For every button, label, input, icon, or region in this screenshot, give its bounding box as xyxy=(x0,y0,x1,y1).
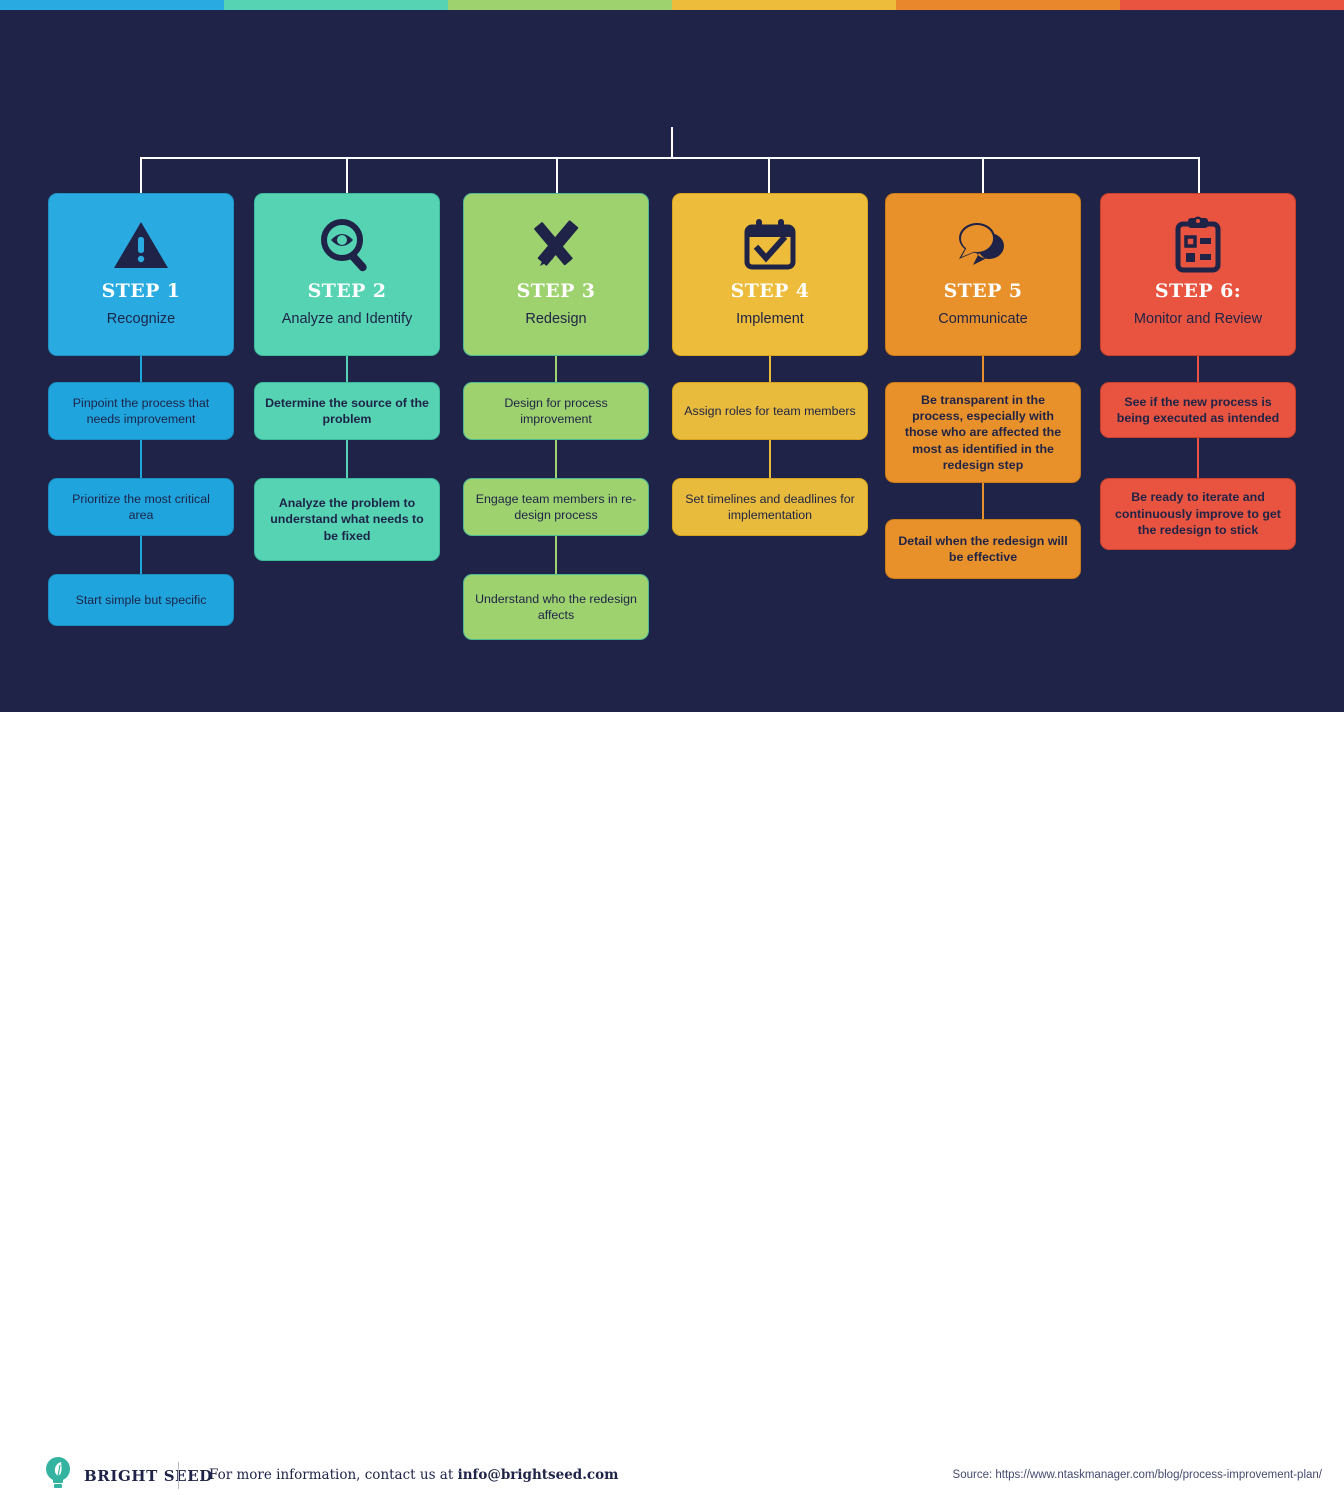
magnifier-eye-icon xyxy=(318,214,376,276)
top-bar-segment-3 xyxy=(448,0,672,10)
column-step-2: STEP 2 Analyze and Identify Determine th… xyxy=(254,193,440,561)
connector-5b xyxy=(982,483,984,519)
connector-5a xyxy=(982,356,984,382)
step-card-5[interactable]: STEP 5 Communicate xyxy=(885,193,1081,356)
step-name-5: Communicate xyxy=(938,311,1028,327)
step-name-3: Redesign xyxy=(525,311,587,327)
column-step-5: STEP 5 Communicate Be transparent in the… xyxy=(885,193,1081,579)
column-step-1: STEP 1 Recognize Pinpoint the process th… xyxy=(48,193,234,626)
contact-email[interactable]: info@brightseed.com xyxy=(458,1467,619,1483)
warning-triangle-icon xyxy=(113,214,169,276)
sub-box-1-3[interactable]: Start simple but specific xyxy=(48,574,234,626)
step-card-4[interactable]: STEP 4 Implement xyxy=(672,193,868,356)
step-name-1: Recognize xyxy=(106,311,176,327)
step-label-5: STEP 5 xyxy=(943,280,1023,302)
step-name-4: Implement xyxy=(736,311,804,327)
connector-1b xyxy=(140,440,142,478)
sub-box-3-3[interactable]: Understand who the redesign affects xyxy=(463,574,649,640)
footer: BRIGHT SEED For more information, contac… xyxy=(0,712,1344,1489)
speech-bubbles-icon xyxy=(953,214,1013,276)
top-bar-segment-6 xyxy=(1120,0,1344,10)
sub-box-3-2[interactable]: Engage team members in re-design process xyxy=(463,478,649,536)
top-bar-segment-2 xyxy=(224,0,448,10)
step-card-3[interactable]: STEP 3 Redesign xyxy=(463,193,649,356)
top-color-bar xyxy=(0,0,1344,10)
clipboard-checklist-icon xyxy=(1172,214,1224,276)
step-name-6: Monitor and Review xyxy=(1133,311,1263,327)
sub-box-4-1[interactable]: Assign roles for team members xyxy=(672,382,868,440)
sub-box-1-2[interactable]: Prioritize the most critical area xyxy=(48,478,234,536)
sub-box-1-1[interactable]: Pinpoint the process that needs improvem… xyxy=(48,382,234,440)
brand-block: BRIGHT SEED xyxy=(44,1456,213,1495)
step-label-4: STEP 4 xyxy=(730,280,810,302)
connector-4b xyxy=(769,440,771,478)
step-name-2: Analyze and Identify xyxy=(281,311,413,327)
sub-box-6-2[interactable]: Be ready to iterate and continuously imp… xyxy=(1100,478,1296,550)
step-label-6: STEP 6: xyxy=(1154,280,1242,302)
sub-box-4-2[interactable]: Set timelines and deadlines for implemen… xyxy=(672,478,868,536)
connector-3a xyxy=(555,356,557,382)
calendar-check-icon xyxy=(742,214,798,276)
contact-prefix: For more information, contact us at xyxy=(209,1467,458,1483)
top-bar-segment-1 xyxy=(0,0,224,10)
sub-box-5-1[interactable]: Be transparent in the process, especiall… xyxy=(885,382,1081,483)
connector-3b xyxy=(555,440,557,478)
connector-1c xyxy=(140,536,142,574)
footer-divider xyxy=(178,1462,179,1489)
column-step-6: STEP 6: Monitor and Review See if the ne… xyxy=(1100,193,1296,550)
connector-6a xyxy=(1197,356,1199,382)
step-label-2: STEP 2 xyxy=(307,280,387,302)
source-line[interactable]: Source: https://www.ntaskmanager.com/blo… xyxy=(953,1469,1322,1481)
step-label-3: STEP 3 xyxy=(516,280,596,302)
sub-box-2-1[interactable]: Determine the source of the problem xyxy=(254,382,440,440)
connector-3c xyxy=(555,536,557,574)
step-label-1: STEP 1 xyxy=(101,280,181,302)
column-step-3: STEP 3 Redesign Design for process impro… xyxy=(463,193,649,640)
step-card-2[interactable]: STEP 2 Analyze and Identify xyxy=(254,193,440,356)
brand-name: BRIGHT SEED xyxy=(84,1466,213,1485)
step-card-1[interactable]: STEP 1 Recognize xyxy=(48,193,234,356)
infographic-root: STEP 1 Recognize Pinpoint the process th… xyxy=(0,0,1344,1489)
sub-box-3-1[interactable]: Design for process improvement xyxy=(463,382,649,440)
top-bar-segment-4 xyxy=(672,0,896,10)
connector-1a xyxy=(140,356,142,382)
contact-line: For more information, contact us at info… xyxy=(209,1467,618,1483)
lightbulb-leaf-icon xyxy=(44,1456,72,1495)
connector-6b xyxy=(1197,438,1199,478)
connector-2a xyxy=(346,356,348,382)
step-card-6[interactable]: STEP 6: Monitor and Review xyxy=(1100,193,1296,356)
connector-2b xyxy=(346,440,348,478)
top-bar-segment-5 xyxy=(896,0,1120,10)
column-step-4: STEP 4 Implement Assign roles for team m… xyxy=(672,193,868,536)
sub-box-5-2[interactable]: Detail when the redesign will be effecti… xyxy=(885,519,1081,579)
sub-box-6-1[interactable]: See if the new process is being executed… xyxy=(1100,382,1296,438)
sub-box-2-2[interactable]: Analyze the problem to understand what n… xyxy=(254,478,440,561)
ruler-pencil-icon xyxy=(526,214,586,276)
connector-4a xyxy=(769,356,771,382)
